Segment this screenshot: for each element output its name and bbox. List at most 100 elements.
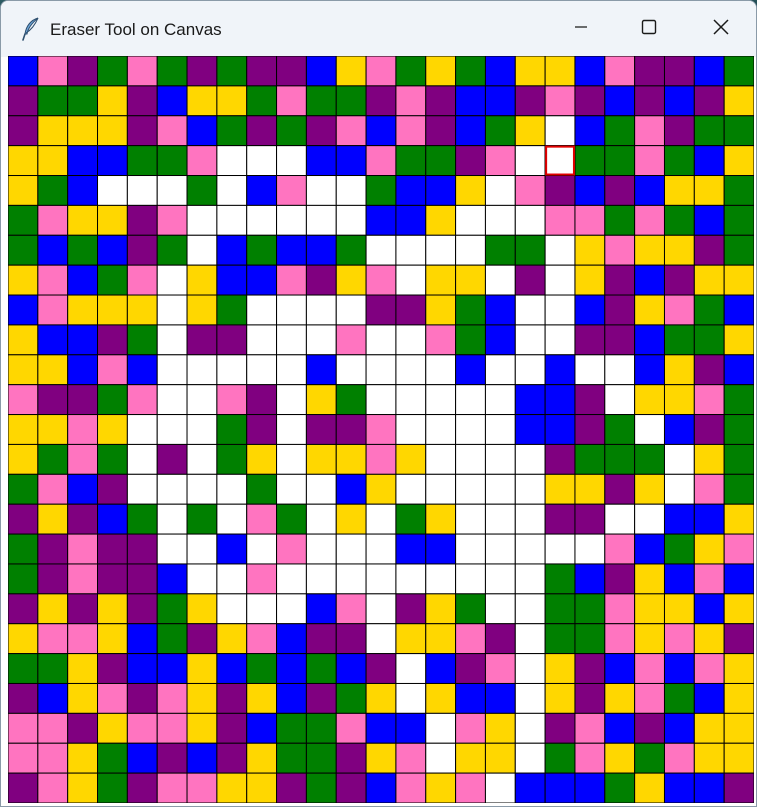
grid-cell[interactable] <box>574 414 606 445</box>
grid-cell[interactable] <box>216 593 248 625</box>
grid-cell[interactable] <box>365 264 397 296</box>
grid-cell[interactable] <box>8 204 39 236</box>
grid-cell[interactable] <box>276 443 307 475</box>
grid-cell[interactable] <box>37 414 69 445</box>
grid-cell[interactable] <box>663 593 695 625</box>
grid-cell[interactable] <box>156 533 188 565</box>
grid-cell[interactable] <box>365 294 397 326</box>
grid-cell[interactable] <box>455 563 486 595</box>
grid-cell[interactable] <box>395 593 427 625</box>
grid-cell[interactable] <box>604 56 636 87</box>
grid-cell[interactable] <box>514 264 546 296</box>
grid-cell[interactable] <box>37 503 69 535</box>
grid-cell[interactable] <box>216 443 248 475</box>
grid-cell[interactable] <box>37 682 69 714</box>
grid-cell[interactable] <box>544 563 576 595</box>
grid-cell[interactable] <box>8 85 39 117</box>
grid-cell[interactable] <box>693 175 725 206</box>
grid-cell[interactable] <box>425 563 457 595</box>
grid-cell[interactable] <box>574 712 606 744</box>
grid-cell[interactable] <box>425 384 457 416</box>
grid-cell[interactable] <box>186 264 218 296</box>
drawing-canvas[interactable] <box>8 56 754 803</box>
grid-cell[interactable] <box>37 712 69 744</box>
grid-cell[interactable] <box>425 533 457 565</box>
grid-cell[interactable] <box>604 175 636 206</box>
grid-cell[interactable] <box>395 414 427 445</box>
grid-cell[interactable] <box>514 384 546 416</box>
grid-cell[interactable] <box>604 653 636 684</box>
grid-cell[interactable] <box>335 503 367 535</box>
grid-cell[interactable] <box>723 145 754 177</box>
grid-cell[interactable] <box>455 264 486 296</box>
grid-cell[interactable] <box>8 533 39 565</box>
grid-cell[interactable] <box>276 742 307 774</box>
grid-cell[interactable] <box>37 115 69 147</box>
grid-cell[interactable] <box>484 145 516 177</box>
grid-cell[interactable] <box>246 682 278 714</box>
grid-cell[interactable] <box>395 772 427 803</box>
grid-cell[interactable] <box>186 115 218 147</box>
grid-cell[interactable] <box>663 204 695 236</box>
grid-cell[interactable] <box>305 354 337 386</box>
grid-cell[interactable] <box>484 473 516 505</box>
grid-cell[interactable] <box>663 324 695 356</box>
grid-cell[interactable] <box>723 264 754 296</box>
grid-cell[interactable] <box>455 115 486 147</box>
grid-cell[interactable] <box>276 653 307 684</box>
grid-cell[interactable] <box>216 414 248 445</box>
grid-cell[interactable] <box>693 712 725 744</box>
grid-cell[interactable] <box>574 533 606 565</box>
grid-cell[interactable] <box>604 503 636 535</box>
grid-cell[interactable] <box>723 324 754 356</box>
grid-cell[interactable] <box>425 503 457 535</box>
grid-cell[interactable] <box>544 623 576 655</box>
grid-cell[interactable] <box>514 712 546 744</box>
grid-cell[interactable] <box>246 563 278 595</box>
grid-cell[interactable] <box>186 772 218 803</box>
grid-cell[interactable] <box>156 772 188 803</box>
grid-cell[interactable] <box>186 503 218 535</box>
grid-cell[interactable] <box>395 115 427 147</box>
grid-cell[interactable] <box>514 324 546 356</box>
grid-cell[interactable] <box>484 533 516 565</box>
grid-cell[interactable] <box>335 264 367 296</box>
grid-cell[interactable] <box>276 503 307 535</box>
grid-cell[interactable] <box>723 742 754 774</box>
grid-cell[interactable] <box>604 623 636 655</box>
grid-cell[interactable] <box>156 115 188 147</box>
grid-cell[interactable] <box>634 324 665 356</box>
grid-cell[interactable] <box>126 712 158 744</box>
grid-cell[interactable] <box>604 593 636 625</box>
grid-cell[interactable] <box>455 473 486 505</box>
grid-cell[interactable] <box>156 414 188 445</box>
grid-cell[interactable] <box>186 175 218 206</box>
grid-cell[interactable] <box>8 742 39 774</box>
grid-cell[interactable] <box>156 264 188 296</box>
grid-cell[interactable] <box>67 145 99 177</box>
grid-cell[interactable] <box>395 563 427 595</box>
grid-cell[interactable] <box>126 443 158 475</box>
grid-cell[interactable] <box>216 384 248 416</box>
grid-cell[interactable] <box>693 772 725 803</box>
grid-cell[interactable] <box>305 593 337 625</box>
grid-cell[interactable] <box>634 503 665 535</box>
grid-cell[interactable] <box>216 682 248 714</box>
grid-cell[interactable] <box>276 623 307 655</box>
grid-cell[interactable] <box>574 56 606 87</box>
grid-cell[interactable] <box>246 384 278 416</box>
grid-cell[interactable] <box>514 593 546 625</box>
grid-cell[interactable] <box>216 742 248 774</box>
grid-cell[interactable] <box>484 384 516 416</box>
grid-cell[interactable] <box>395 294 427 326</box>
grid-cell[interactable] <box>8 503 39 535</box>
grid-cell[interactable] <box>37 56 69 87</box>
grid-cell[interactable] <box>693 593 725 625</box>
grid-cell[interactable] <box>8 384 39 416</box>
grid-cell[interactable] <box>97 593 128 625</box>
grid-cell[interactable] <box>97 742 128 774</box>
grid-cell[interactable] <box>425 682 457 714</box>
grid-cell[interactable] <box>604 324 636 356</box>
grid-cell[interactable] <box>216 533 248 565</box>
grid-cell[interactable] <box>246 354 278 386</box>
